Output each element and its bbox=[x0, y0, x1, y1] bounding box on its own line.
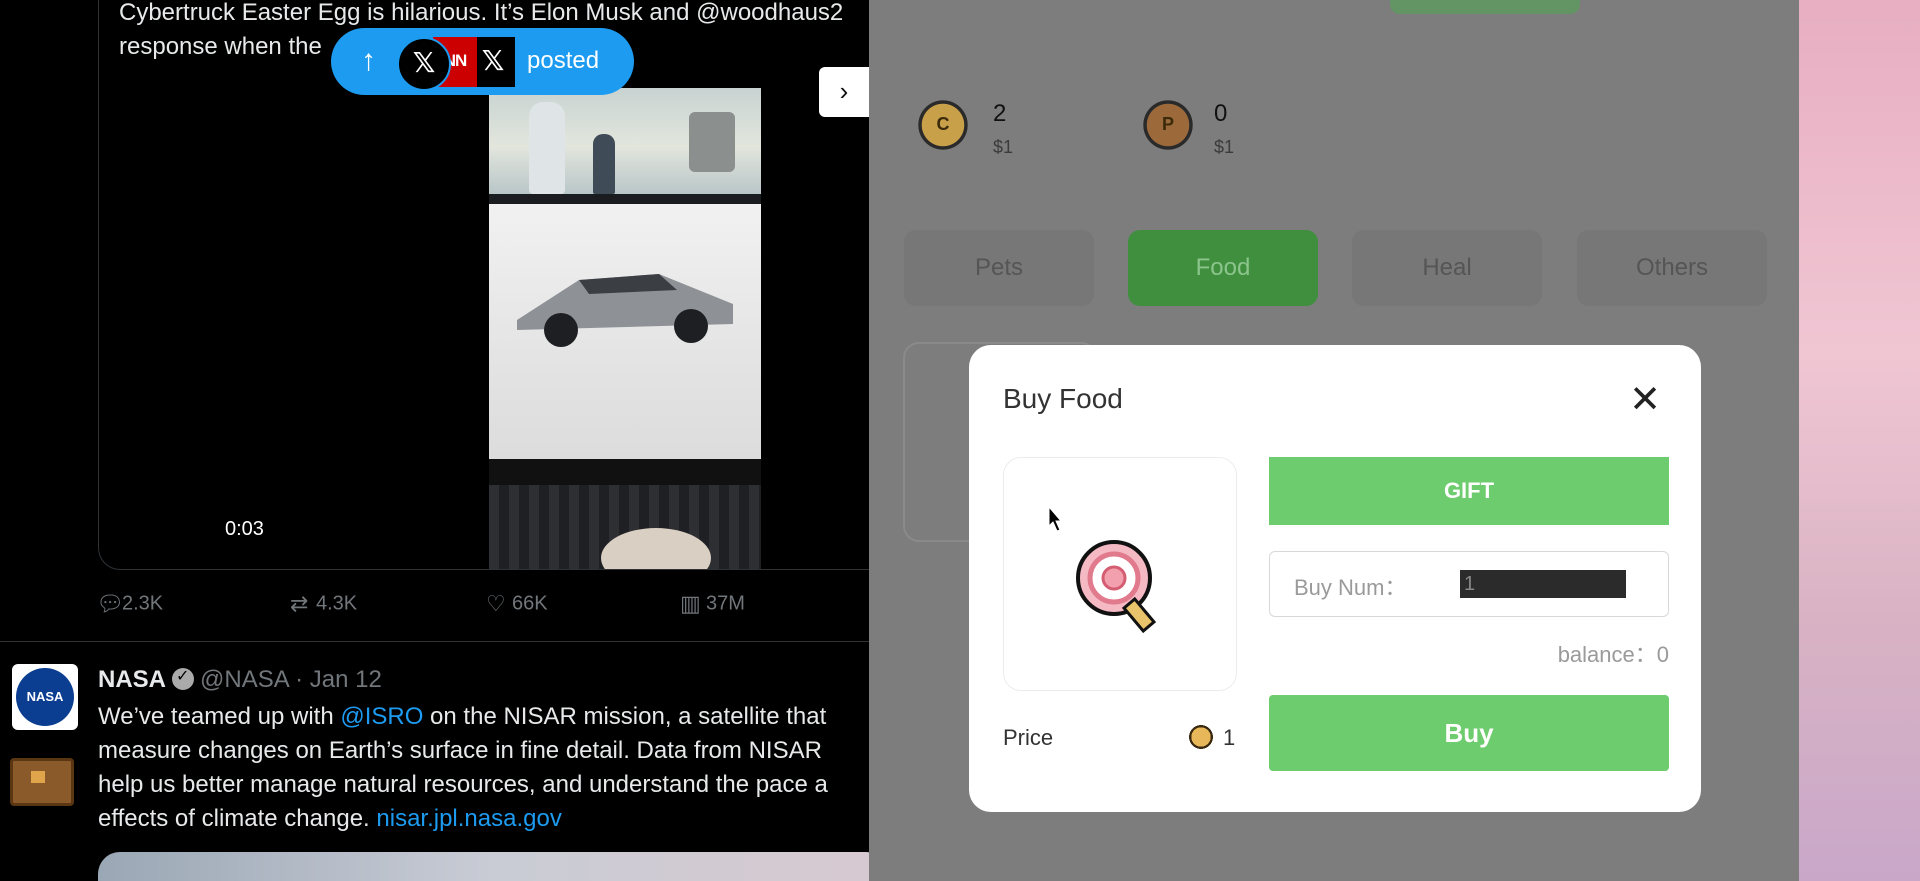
arrow-up-icon: ↑ bbox=[361, 44, 376, 77]
video-person bbox=[529, 102, 565, 194]
tweet-divider bbox=[0, 641, 869, 642]
repost-count: 4.3K bbox=[316, 592, 358, 615]
x-avatar: 𝕏 bbox=[397, 37, 451, 91]
chest-icon bbox=[10, 758, 74, 806]
text-segment: effects of climate change. bbox=[98, 805, 377, 832]
buy-num-input[interactable] bbox=[1460, 570, 1626, 598]
c-coin-icon: C bbox=[914, 100, 972, 150]
mouse-cursor-icon bbox=[1048, 506, 1062, 532]
views-chart-icon: ▥ bbox=[680, 591, 701, 616]
desktop-background bbox=[1799, 0, 1920, 881]
tweet-text-line: We’ve teamed up with @ISRO on the NISAR … bbox=[98, 700, 869, 734]
like-count: 66K bbox=[512, 592, 548, 615]
balance-text: balance：0 bbox=[1557, 642, 1669, 667]
reply-count: 2.3K bbox=[122, 592, 164, 615]
twitter-feed: AP 0:03 Cybertruck Easter Egg is hilario… bbox=[0, 0, 869, 881]
nasa-avatar[interactable]: NASA bbox=[12, 664, 78, 730]
buy-num-label: Buy Num： bbox=[1294, 575, 1407, 600]
mention-link[interactable]: @ISRO bbox=[340, 703, 423, 730]
repost-icon: ⇄ bbox=[290, 591, 309, 616]
tweet-date[interactable]: · Jan 12 bbox=[295, 666, 382, 693]
lollipop-icon bbox=[1076, 540, 1157, 634]
views-button[interactable]: ▥ 37M bbox=[680, 591, 745, 617]
buy-button[interactable]: Buy bbox=[1269, 695, 1669, 771]
reply-icon: 💬︎ bbox=[96, 591, 124, 616]
text-segment: on the NISAR mission, a satellite that bbox=[423, 703, 827, 730]
new-posts-pill[interactable]: ↑ 𝕏 NN 𝕏 posted bbox=[331, 28, 634, 95]
video-taskbar bbox=[489, 459, 761, 485]
heart-icon: ♡ bbox=[486, 591, 506, 616]
tweet-media-preview[interactable] bbox=[98, 852, 869, 881]
author-name[interactable]: NASA bbox=[98, 666, 166, 693]
tweet-text-line: measure changes on Earth’s surface in fi… bbox=[98, 737, 822, 764]
video-timer: 0:03 bbox=[225, 518, 264, 540]
price-value: 1 bbox=[1223, 725, 1236, 750]
food-preview bbox=[1003, 457, 1237, 691]
view-count: 37M bbox=[706, 592, 745, 615]
close-icon[interactable]: ✕ bbox=[1627, 381, 1663, 419]
posted-label: posted bbox=[527, 47, 600, 74]
nasa-logo: NASA bbox=[16, 668, 74, 726]
p-coin-amount: 0 bbox=[1214, 100, 1228, 127]
video-scene-top bbox=[489, 88, 761, 194]
video-object bbox=[689, 112, 735, 172]
text-segment: We’ve teamed up with bbox=[98, 703, 341, 730]
tweet-text-line: effects of climate change. nisar.jpl.nas… bbox=[98, 802, 869, 836]
verified-icon bbox=[172, 666, 195, 690]
video-person bbox=[593, 134, 615, 194]
tweet-text-line: Cybertruck Easter Egg is hilarious. It’s… bbox=[119, 0, 844, 26]
buy-food-modal: Buy Food ✕ GIFT Buy Num： balance：0 Price… bbox=[969, 345, 1701, 812]
tweet-header: NASA @NASA · Jan 12 bbox=[98, 666, 382, 694]
p-coin-icon: P bbox=[1139, 100, 1197, 150]
gift-button[interactable]: GIFT bbox=[1269, 457, 1669, 525]
next-media-button[interactable]: › bbox=[819, 67, 869, 117]
tab-pets[interactable]: Pets bbox=[904, 230, 1094, 306]
tab-heal[interactable]: Heal bbox=[1352, 230, 1542, 306]
tweet-text-line: help us better manage natural resources,… bbox=[98, 771, 828, 798]
c-coin-amount: 2 bbox=[993, 100, 1007, 127]
url-link[interactable]: nisar.jpl.nasa.gov bbox=[376, 805, 561, 832]
price-label: Price bbox=[1003, 725, 1054, 750]
top-tab-indicator bbox=[1390, 0, 1580, 14]
tab-others[interactable]: Others bbox=[1577, 230, 1767, 306]
coin-letter: C bbox=[936, 114, 950, 134]
buy-num-field: Buy Num： bbox=[1269, 551, 1669, 617]
p-coin-price: $1 bbox=[1214, 137, 1235, 157]
tab-food[interactable]: Food bbox=[1128, 230, 1318, 306]
coin-icon bbox=[1187, 724, 1215, 750]
modal-title: Buy Food bbox=[1003, 383, 1123, 414]
like-button[interactable]: ♡ 66K bbox=[486, 591, 548, 617]
tweet-video[interactable]: AP bbox=[489, 88, 761, 569]
author-handle[interactable]: @NASA bbox=[200, 666, 288, 693]
repost-button[interactable]: ⇄ 4.3K bbox=[290, 591, 357, 617]
c-coin-price: $1 bbox=[993, 137, 1014, 157]
video-car-screen: AP bbox=[489, 204, 761, 514]
coin-letter: P bbox=[1161, 114, 1174, 134]
tweet-text: We’ve teamed up with @ISRO on the NISAR … bbox=[98, 700, 869, 836]
reply-button[interactable]: 💬︎2.3K bbox=[96, 591, 163, 617]
cybertruck-image bbox=[517, 274, 733, 347]
x-avatar: 𝕏 bbox=[471, 37, 515, 87]
